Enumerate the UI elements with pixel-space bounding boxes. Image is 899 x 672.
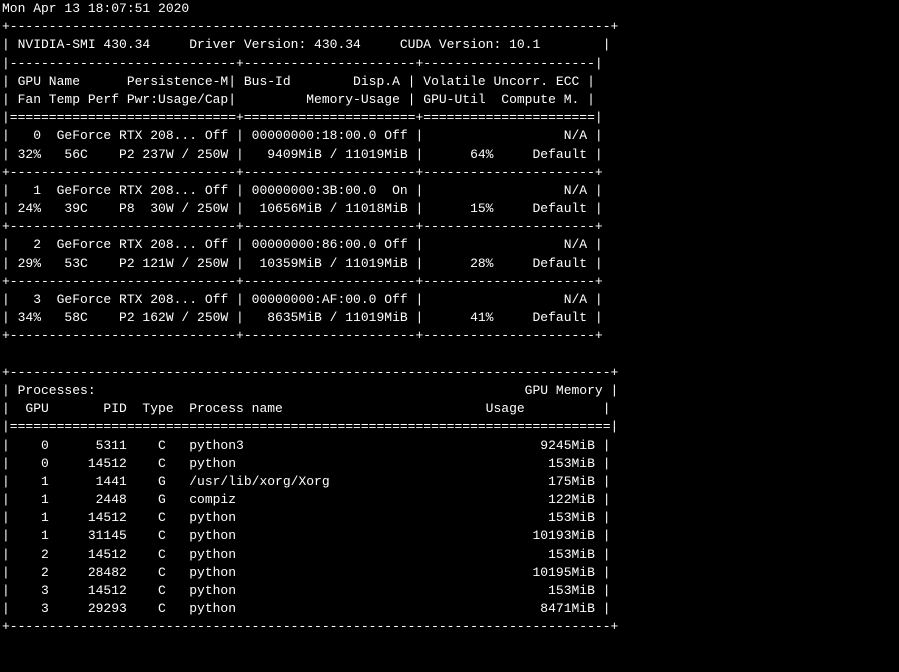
terminal-output: Mon Apr 13 18:07:51 2020 +--------------… (0, 0, 899, 637)
nvidia-smi-output: Mon Apr 13 18:07:51 2020 +--------------… (2, 0, 897, 637)
